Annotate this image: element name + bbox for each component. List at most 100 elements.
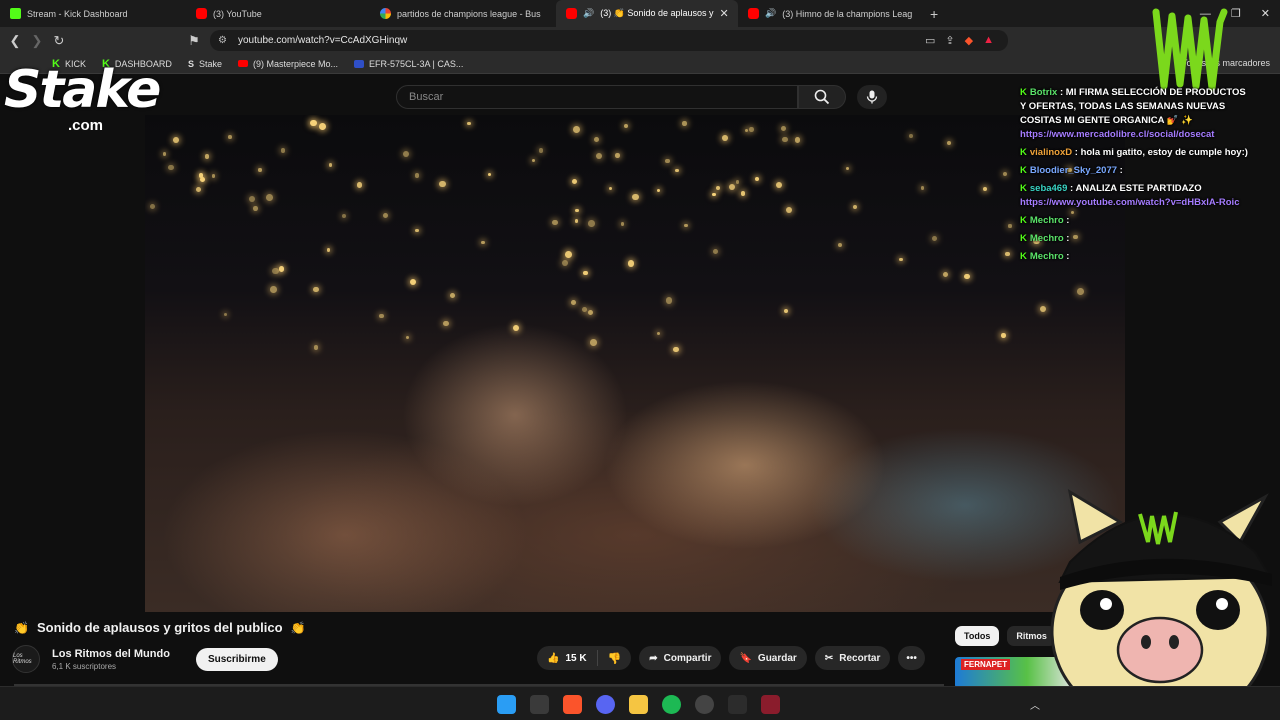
chat-message: K Bloodier_Sky_2077 : [1020, 164, 1250, 178]
tab-himno-champions[interactable]: 🔊 (3) Himno de la champions Leag [738, 0, 922, 27]
bokeh-light [665, 158, 670, 163]
subscriber-count: 6,1 K suscriptores [52, 661, 117, 671]
bookmark-stake[interactable]: S Stake [188, 59, 222, 69]
new-tab-button[interactable]: + [930, 6, 938, 22]
bookmark-casio[interactable]: EFR-575CL-3A | CAS... [354, 59, 463, 69]
bokeh-light [328, 163, 332, 167]
cat-avatar-overlay [1050, 488, 1272, 720]
tab-youtube[interactable]: (3) YouTube [186, 0, 370, 27]
kick-badge-icon: K [1020, 251, 1027, 262]
chat-username[interactable]: Mechro [1030, 251, 1064, 262]
bokeh-light [162, 152, 167, 156]
chip-todos[interactable]: Todos [955, 626, 1000, 646]
tab-kick-dashboard[interactable]: Stream - Kick Dashboard [0, 0, 186, 27]
chat-link[interactable]: https://www.youtube.com/watch?v=dHBxlA-R… [1020, 197, 1239, 208]
windows-start-icon[interactable] [497, 695, 516, 714]
discord-icon[interactable] [596, 695, 615, 714]
maximize-icon[interactable]: ❐ [1231, 7, 1241, 20]
forward-icon[interactable]: ❯ [26, 33, 48, 49]
youtube-icon [196, 8, 207, 19]
thumbnail-text: FERNAPET [961, 659, 1011, 670]
bokeh-light [571, 178, 578, 184]
close-tab-icon[interactable]: ✕ [720, 7, 729, 20]
brave-rewards-icon[interactable]: ▲ [983, 34, 994, 47]
subscribe-button[interactable]: Suscribirme [195, 647, 278, 671]
bokeh-light [409, 278, 416, 285]
clip-button[interactable]: ✂ Recortar [814, 646, 891, 670]
bokeh-light [487, 172, 491, 177]
file-explorer-icon[interactable] [629, 695, 648, 714]
chat-username[interactable]: seba469 [1030, 183, 1068, 194]
bokeh-light [1008, 224, 1012, 228]
dislike-button[interactable]: 👎 [598, 652, 632, 665]
reload-icon[interactable]: ↻ [48, 33, 70, 49]
url-text: youtube.com/watch?v=CcAdXGHinqw [238, 35, 408, 46]
bokeh-light [379, 313, 384, 319]
bokeh-light [908, 134, 913, 138]
address-bar[interactable]: ⚙ youtube.com/watch?v=CcAdXGHinqw ▭ ⇪ ◆ … [210, 30, 1008, 51]
site-settings-icon[interactable]: ⚙ [218, 35, 227, 46]
bokeh-light [675, 168, 679, 173]
bokeh-light [682, 121, 687, 126]
more-actions-button[interactable]: ••• [898, 646, 925, 670]
bookmark-masterpiece[interactable]: (9) Masterpiece Mo... [237, 59, 338, 69]
tab-label: Stream - Kick Dashboard [27, 8, 128, 19]
search-icon [814, 89, 830, 105]
voice-search-button[interactable] [857, 85, 887, 109]
chat-username[interactable]: Bloodier_Sky_2077 [1030, 165, 1117, 176]
channel-avatar[interactable]: Los Ritmos [12, 645, 40, 673]
save-button[interactable]: 🔖 Guardar [729, 646, 807, 670]
bokeh-light [249, 196, 256, 203]
tab-aplausos-active[interactable]: 🔊 (3) 👏 Sonido de aplausos y ✕ [556, 0, 738, 27]
bookmarks-bar: K KICK K DASHBOARD S Stake (9) Masterpiece … [0, 54, 1280, 74]
brave-shield-icon[interactable]: ◆ [965, 34, 973, 47]
bokeh-light [776, 181, 783, 188]
brave-browser-icon[interactable] [563, 695, 582, 714]
bokeh-light [1001, 333, 1006, 338]
youtube-icon [566, 8, 577, 19]
chat-message: KvialinoxD : hola mi gatito, estoy de cu… [1020, 146, 1250, 160]
chat-username[interactable]: Mechro [1030, 215, 1064, 226]
bokeh-light [735, 180, 740, 184]
like-button[interactable]: 👍 15 K [537, 650, 598, 666]
bokeh-light [1005, 251, 1010, 257]
video-title-text: Sonido de aplausos y gritos del publico [36, 620, 283, 635]
back-icon[interactable]: ❮ [4, 33, 26, 49]
channel-name[interactable]: Los Ritmos del Mundo [52, 648, 170, 660]
bokeh-light [571, 299, 577, 305]
spotify-icon[interactable] [662, 695, 681, 714]
bokeh-light [982, 186, 988, 192]
like-count: 15 K [565, 652, 587, 664]
bokeh-light [665, 297, 672, 304]
app-icon[interactable] [761, 695, 780, 714]
tab-google-search[interactable]: partidos de champions league - Bus [370, 0, 556, 27]
chat-username[interactable]: Mechro [1030, 233, 1064, 244]
bokeh-light [845, 166, 849, 170]
video-player[interactable] [145, 115, 1125, 612]
close-window-icon[interactable]: ✕ [1261, 7, 1270, 20]
chat-message: K Mechro : [1020, 214, 1250, 228]
bokeh-light [265, 193, 273, 201]
task-view-icon[interactable] [530, 695, 549, 714]
bokeh-light [755, 177, 760, 182]
chat-username[interactable]: vialinoxD [1030, 147, 1072, 158]
share-icon[interactable]: ⇪ [945, 34, 954, 47]
bokeh-light [620, 222, 625, 226]
chat-link[interactable]: https://www.mercadolibre.cl/social/dosec… [1020, 129, 1214, 140]
bokeh-light [270, 286, 277, 293]
bookmark-icon[interactable]: ⚑ [183, 33, 205, 49]
bokeh-light [575, 219, 579, 223]
chat-username[interactable]: Botrix [1030, 87, 1057, 98]
speaker-icon: 🔊 [583, 8, 595, 18]
bokeh-light [673, 346, 679, 353]
steam-icon[interactable] [695, 695, 714, 714]
search-button[interactable] [798, 85, 846, 109]
bokeh-light [838, 242, 843, 247]
bokeh-light [632, 193, 639, 201]
share-button[interactable]: ➦ Compartir [639, 646, 722, 670]
obs-icon[interactable] [728, 695, 747, 714]
cast-icon[interactable]: ▭ [925, 34, 935, 47]
show-hidden-icons[interactable]: ︿ [1030, 697, 1040, 712]
bokeh-light [406, 336, 410, 340]
search-input[interactable]: Buscar [396, 85, 798, 109]
